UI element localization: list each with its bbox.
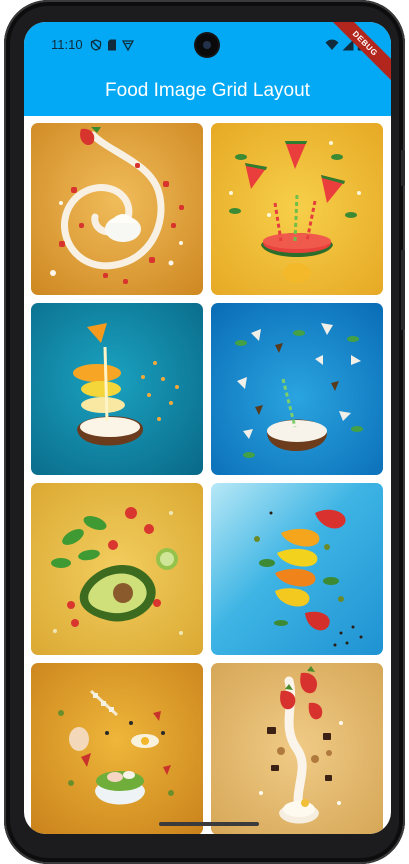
front-camera bbox=[196, 34, 218, 56]
food-image-avocado-salad bbox=[31, 483, 203, 655]
food-image-tile[interactable] bbox=[211, 303, 383, 475]
power-button bbox=[401, 150, 405, 186]
food-image-coconut-citrus bbox=[31, 303, 203, 475]
status-time: 11:10 bbox=[51, 37, 83, 52]
sd-card-icon bbox=[108, 39, 116, 51]
food-image-tile[interactable] bbox=[31, 483, 203, 655]
food-image-coconut-smoothie bbox=[211, 303, 383, 475]
food-image-tile[interactable] bbox=[31, 303, 203, 475]
image-grid[interactable] bbox=[31, 123, 383, 834]
shield-off-icon bbox=[90, 39, 102, 51]
food-image-strawberry-cream bbox=[31, 123, 203, 295]
app-screen: 11:10 Food Image Grid Layout DEBUG bbox=[24, 22, 391, 834]
food-image-tile[interactable] bbox=[211, 483, 383, 655]
food-image-strawberry-dessert bbox=[211, 663, 383, 834]
wifi-icon bbox=[325, 39, 339, 50]
food-image-egg-salad bbox=[31, 663, 203, 834]
food-image-tile[interactable] bbox=[211, 123, 383, 295]
page-title: Food Image Grid Layout bbox=[105, 80, 310, 101]
food-image-tile[interactable] bbox=[211, 663, 383, 834]
home-indicator[interactable] bbox=[159, 822, 259, 826]
app-bar: 11:10 Food Image Grid Layout bbox=[24, 22, 391, 116]
food-image-bell-peppers bbox=[211, 483, 383, 655]
signal-quality-icon bbox=[122, 40, 134, 51]
food-image-tile[interactable] bbox=[31, 663, 203, 834]
food-image-tile[interactable] bbox=[31, 123, 203, 295]
phone-frame: 11:10 Food Image Grid Layout DEBUG bbox=[4, 0, 405, 864]
food-image-watermelon bbox=[211, 123, 383, 295]
status-bar: 11:10 bbox=[24, 34, 391, 56]
volume-button bbox=[401, 250, 405, 330]
